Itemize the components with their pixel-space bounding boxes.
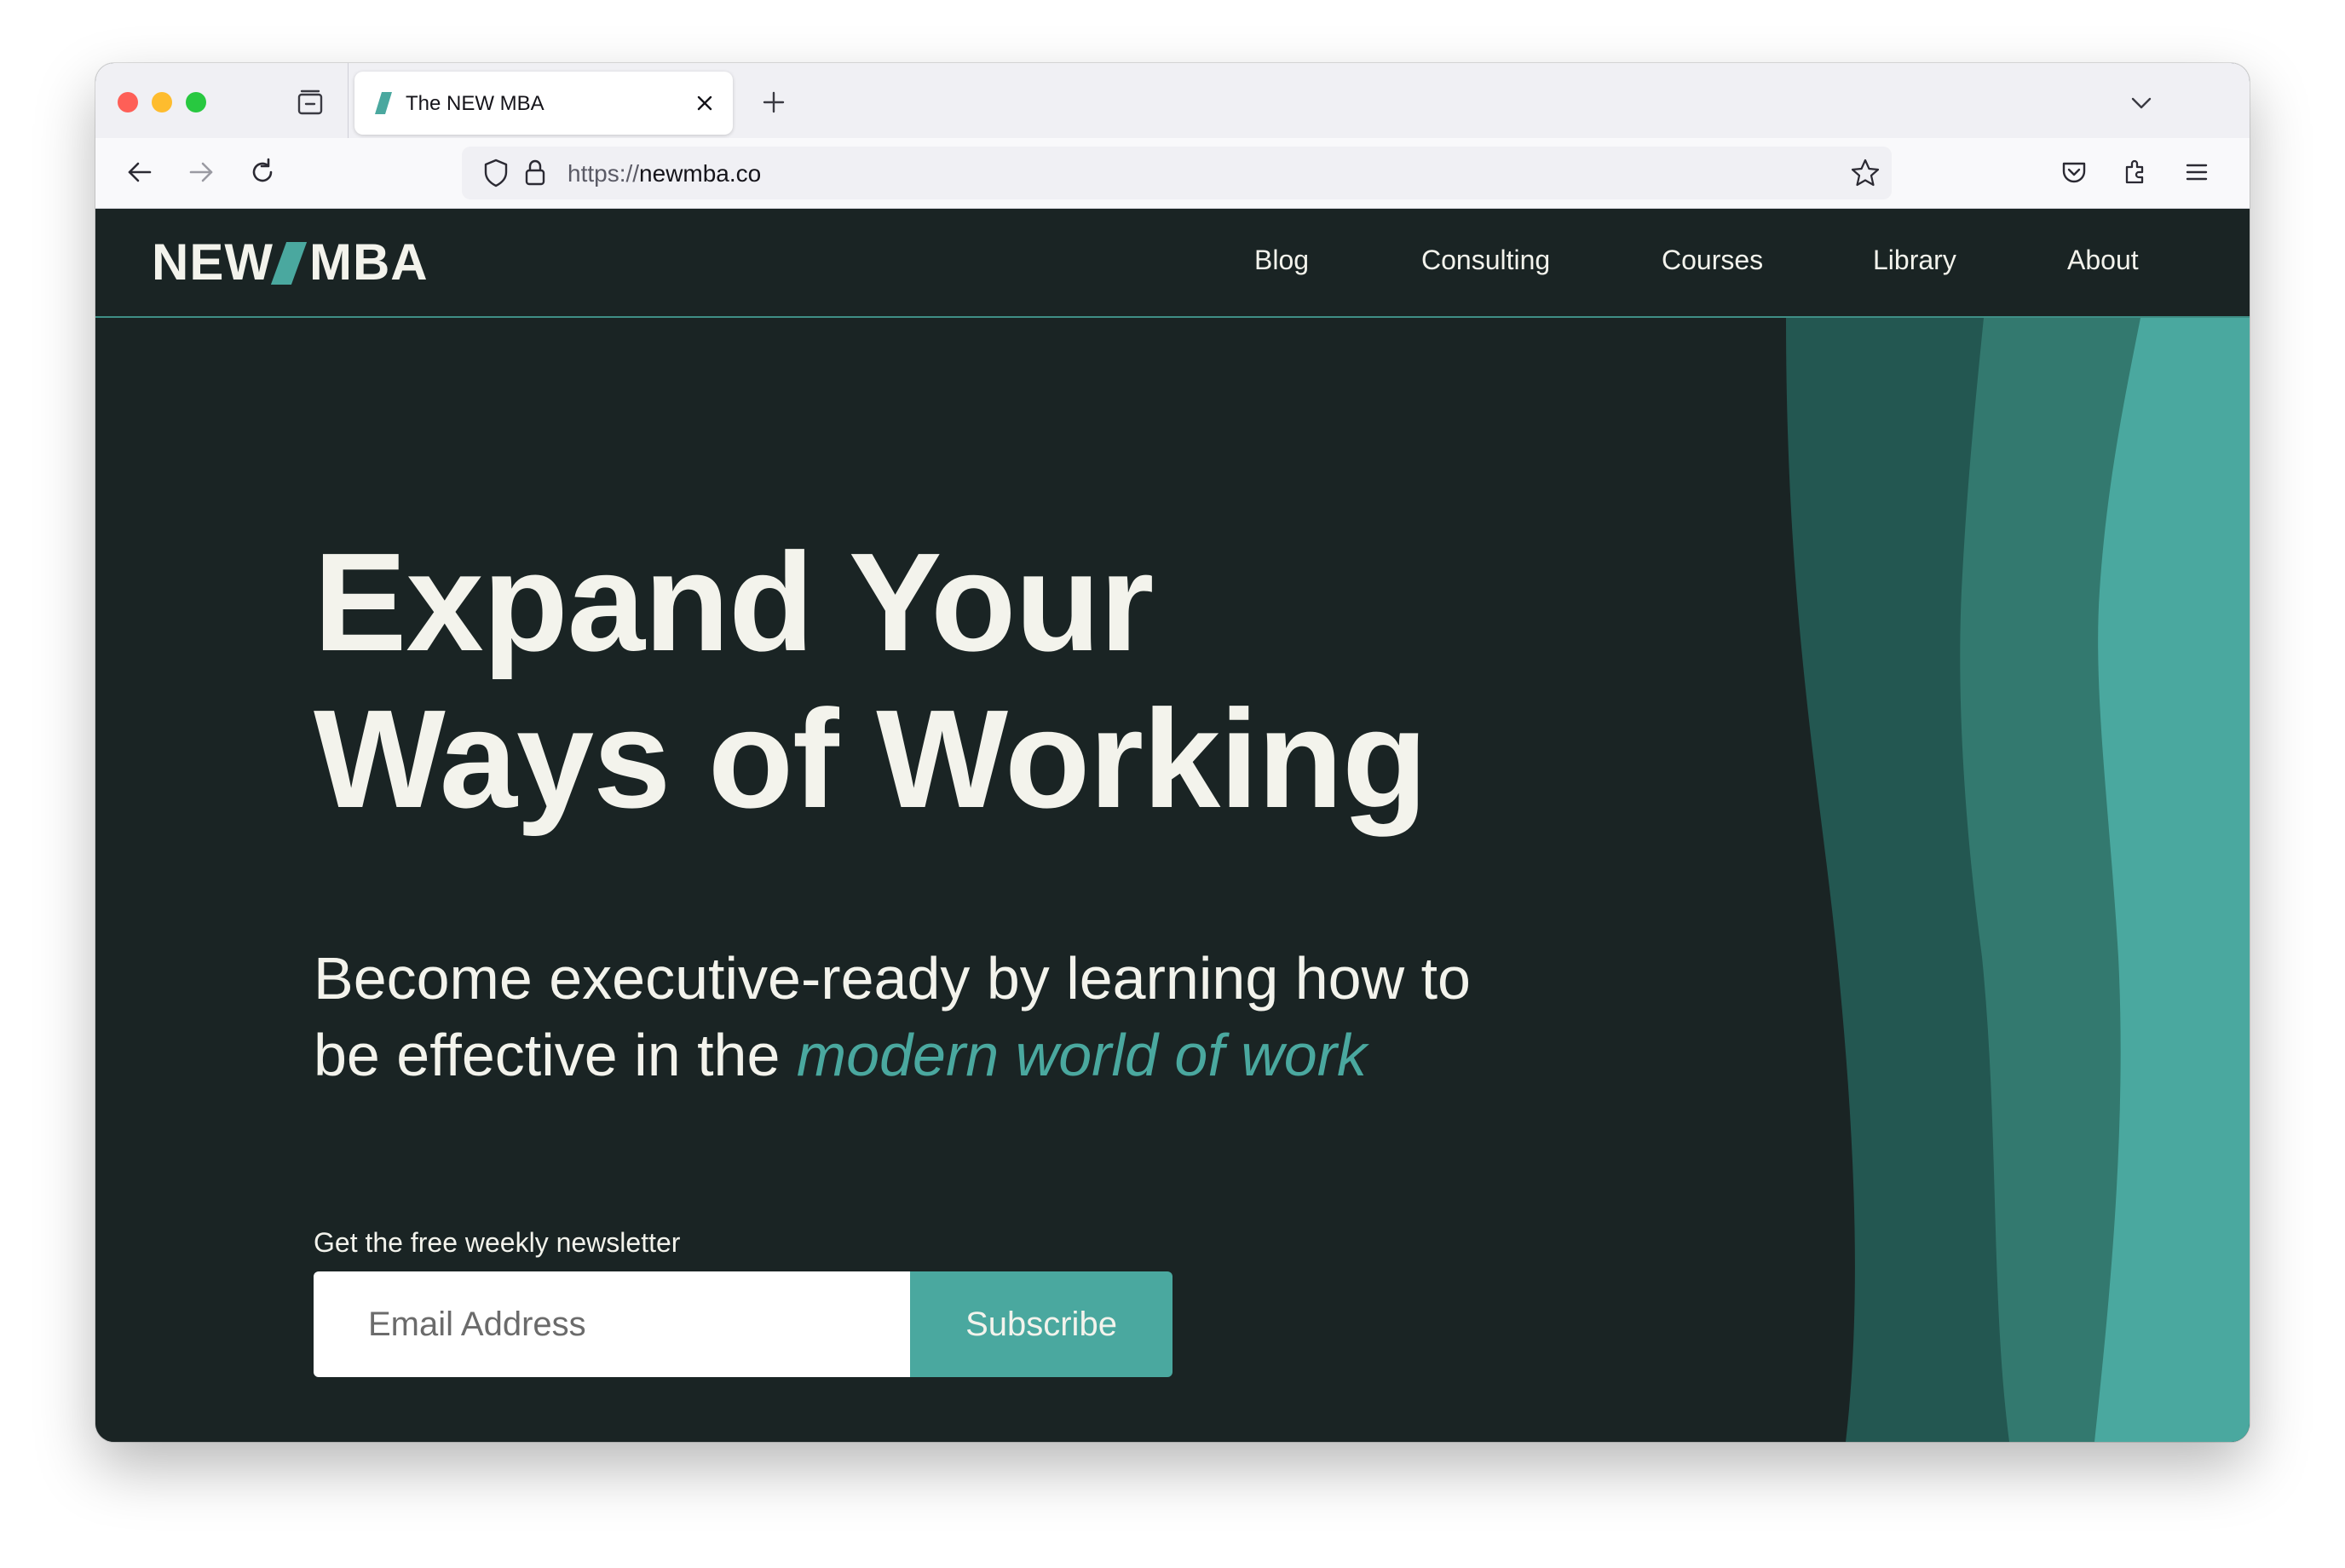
tab-title: The NEW MBA [406, 92, 544, 115]
tab-newmba[interactable]: The NEW MBA [354, 72, 733, 135]
back-icon[interactable] [123, 155, 157, 189]
nav-blog[interactable]: Blog [1254, 245, 1309, 276]
nav-courses[interactable]: Courses [1662, 245, 1763, 276]
new-tab-icon[interactable] [757, 85, 791, 119]
url-scheme: https:// [568, 160, 640, 187]
nav-toolbar: https://newmba.co [95, 138, 2250, 209]
shield-icon[interactable] [481, 157, 511, 189]
url-host: newmba.co [639, 160, 762, 187]
newmba-favicon-icon [375, 92, 392, 114]
logo-text-left: NEW [152, 233, 274, 291]
hero-title-line-1: Expand Your [314, 524, 1154, 680]
webpage: NEW MBA Blog Consulting Courses Library A… [95, 209, 2250, 1442]
url-bar[interactable]: https://newmba.co [462, 147, 1892, 199]
browser-window: The NEW MBA https://newmba.co NEW MBA Bl… [95, 63, 2250, 1442]
nav-about[interactable]: About [2067, 245, 2139, 276]
nav-library[interactable]: Library [1873, 245, 1956, 276]
newsletter-label: Get the free weekly newsletter [314, 1227, 681, 1258]
pocket-icon[interactable] [2057, 155, 2091, 189]
tabs-icon[interactable] [293, 85, 327, 119]
bookmark-star-icon[interactable] [1849, 157, 1881, 189]
decorative-waves [1786, 318, 2250, 1442]
minimize-window-button[interactable] [152, 92, 172, 112]
site-logo[interactable]: NEW MBA [152, 233, 429, 292]
tab-strip: The NEW MBA [95, 63, 2250, 138]
tab-divider [348, 63, 349, 138]
close-icon[interactable] [690, 89, 719, 118]
hero-title: Expand Your Ways of Working [314, 524, 1677, 838]
hero-subtitle-accent: modern world of work [796, 1022, 1368, 1088]
email-field[interactable] [314, 1271, 910, 1377]
forward-icon[interactable] [184, 155, 218, 189]
subscribe-button[interactable]: Subscribe [910, 1271, 1172, 1377]
close-window-button[interactable] [118, 92, 138, 112]
tab-list-icon[interactable] [2127, 89, 2156, 118]
hero-title-line-2: Ways of Working [314, 681, 1427, 837]
site-header: NEW MBA Blog Consulting Courses Library A… [95, 209, 2250, 318]
hero-subtitle: Become executive-ready by learning how t… [314, 940, 1677, 1093]
hero-subtitle-text: be effective in the [314, 1022, 797, 1088]
reload-icon[interactable] [245, 155, 279, 189]
menu-icon[interactable] [2180, 155, 2214, 189]
lock-icon[interactable] [521, 157, 549, 189]
hero-subtitle-line-2: be effective in the modern world of work [314, 1017, 1677, 1093]
logo-slash-icon [270, 242, 308, 285]
nav-consulting[interactable]: Consulting [1421, 245, 1550, 276]
hero-subtitle-line-1: Become executive-ready by learning how t… [314, 945, 1471, 1012]
url-text[interactable]: https://newmba.co [568, 160, 761, 187]
zoom-window-button[interactable] [186, 92, 206, 112]
extensions-icon[interactable] [2118, 155, 2152, 189]
logo-text-right: MBA [308, 233, 429, 291]
